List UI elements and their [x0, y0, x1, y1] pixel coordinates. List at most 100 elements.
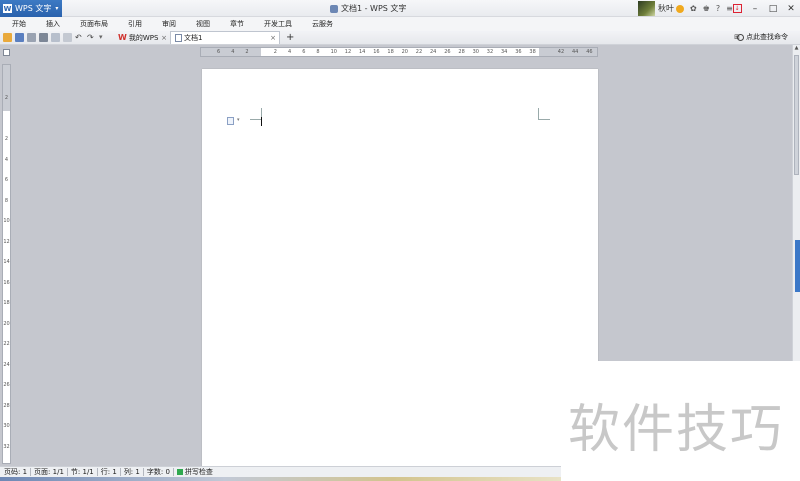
chevron-down-icon: ▾ [55, 5, 59, 12]
restore-tray-button[interactable]: ↓ [728, 0, 746, 17]
ruler-tick-label: 16 [3, 279, 10, 286]
maximize-button[interactable]: □ [764, 0, 782, 17]
document-icon [330, 4, 338, 13]
user-area[interactable]: 秋叶 ✿ ♚ ? ≡ [638, 1, 733, 16]
status-page[interactable]: 页码: 1 [4, 467, 27, 477]
ruler-tick-label: 34 [501, 49, 508, 55]
margin-corner-mark [538, 108, 550, 120]
redo-icon[interactable]: ↷ [87, 33, 96, 42]
status-separator [119, 468, 121, 476]
undo-icon[interactable]: ↶ [75, 33, 84, 42]
close-tab-icon[interactable]: × [161, 34, 167, 42]
avatar[interactable] [638, 1, 655, 16]
ruler-tick-label: 20 [401, 49, 408, 55]
ruler-tick-label: 6 [302, 49, 306, 55]
side-panel-handle[interactable] [795, 240, 800, 292]
ruler-tick-label: 20 [3, 320, 10, 327]
ruler-tick-label: 24 [3, 361, 10, 368]
tab-document1-label: 文档1 [184, 34, 203, 42]
print-preview-icon[interactable] [51, 33, 60, 42]
status-separator [172, 468, 174, 476]
status-wordcount[interactable]: 字数: 0 [147, 467, 170, 477]
new-tab-button[interactable]: + [286, 32, 294, 43]
tab-references[interactable]: 引用 [128, 19, 142, 29]
help-icon[interactable]: ? [716, 4, 720, 13]
ruler-tick-label: 26 [3, 382, 10, 388]
title-bar: W WPS 文字 ▾ 文档1 - WPS 文字 秋叶 ✿ ♚ ? ≡ ↓ – □… [0, 0, 800, 17]
user-name[interactable]: 秋叶 [658, 3, 674, 14]
open-folder-icon[interactable] [3, 33, 12, 42]
ruler-tick-label: 10 [3, 218, 10, 224]
ruler-tick-label: 18 [387, 49, 394, 55]
ruler-tick-label: 4 [288, 49, 292, 55]
ruler-tick-label: 44 [572, 49, 579, 55]
command-search[interactable]: 点此查找命令 [737, 32, 788, 42]
status-separator [30, 468, 32, 476]
ruler-tick-label: 22 [3, 341, 10, 347]
wps-logo-icon: W [3, 4, 12, 13]
ruler-tick-label: 2 [4, 95, 9, 101]
app-menu-label: WPS 文字 [15, 4, 52, 13]
ruler-tick-label: 28 [3, 402, 10, 409]
customize-arrow-icon[interactable]: ▾ [99, 33, 108, 42]
tab-home[interactable]: 开始 [12, 19, 26, 29]
app-menu-button[interactable]: W WPS 文字 ▾ [0, 0, 62, 17]
ruler-tick-label: 30 [3, 423, 10, 429]
ruler-tick-label: 36 [515, 49, 522, 55]
pdf-icon[interactable] [63, 33, 72, 42]
ruler-tick-label: 14 [359, 49, 366, 55]
save-icon[interactable] [15, 33, 24, 42]
close-tab-icon[interactable]: × [270, 34, 276, 42]
window-title: 文档1 - WPS 文字 [330, 3, 406, 14]
document-icon [175, 34, 182, 42]
paragraph-layout-icon[interactable] [227, 117, 234, 125]
vertical-ruler[interactable]: 2 2 4 6 8 10 12 14 16 18 20 22 24 26 28 30 32 [2, 64, 11, 464]
chevron-down-icon[interactable]: ▾ [237, 117, 240, 123]
wps-w-icon: W [118, 33, 127, 42]
ruler-tick-label: 12 [3, 238, 10, 245]
tab-my-wps[interactable]: W 我的WPS × [114, 31, 170, 44]
status-section[interactable]: 节: 1/1 [71, 467, 94, 477]
save-as-icon[interactable] [27, 33, 36, 42]
document-page[interactable]: ▾ [202, 69, 598, 481]
print-icon[interactable] [39, 33, 48, 42]
status-bar: 页码: 1 页面: 1/1 节: 1/1 行: 1 列: 1 字数: 0 拼写检… [0, 466, 561, 477]
ruler-tick-label: 8 [4, 197, 9, 204]
tab-insert[interactable]: 插入 [46, 19, 60, 29]
tab-view[interactable]: 视图 [196, 19, 210, 29]
watermark-text: 软件技巧 [568, 400, 785, 460]
ruler-tick-label: 18 [3, 300, 10, 306]
minimize-button[interactable]: – [746, 0, 764, 17]
status-pages[interactable]: 页面: 1/1 [34, 467, 64, 477]
status-separator [66, 468, 68, 476]
vertical-scrollbar[interactable]: ▲ [792, 45, 800, 361]
tab-section[interactable]: 章节 [230, 19, 244, 29]
status-separator [96, 468, 98, 476]
status-row[interactable]: 行: 1 [101, 467, 117, 477]
ruler-tick-label: 10 [330, 49, 337, 55]
tab-stop-selector[interactable] [3, 49, 10, 56]
window-title-text: 文档1 - WPS 文字 [341, 4, 407, 13]
tab-page-layout[interactable]: 页面布局 [80, 19, 108, 29]
tab-developer[interactable]: 开发工具 [264, 19, 292, 29]
horizontal-ruler[interactable]: 6 4 2 2 4 6 8 10 12 14 16 18 20 22 24 26 28 30 32 34 36 38 42 4… [200, 47, 598, 57]
search-icon [737, 33, 744, 41]
coin-icon [676, 4, 684, 13]
skin-icon[interactable]: ✿ [690, 4, 697, 13]
tab-document1[interactable]: 文档1 × [170, 31, 280, 44]
ruler-tick-label: 28 [458, 49, 465, 55]
tab-cloud[interactable]: 云服务 [312, 19, 333, 29]
status-spellcheck[interactable]: 拼写检查 [185, 467, 213, 477]
ruler-tick-label: 6 [217, 49, 221, 55]
shirt-icon[interactable]: ♚ [703, 4, 710, 13]
wps-writer-window: W WPS 文字 ▾ 文档1 - WPS 文字 秋叶 ✿ ♚ ? ≡ ↓ – □… [0, 0, 800, 481]
status-col[interactable]: 列: 1 [124, 467, 140, 477]
scroll-up-icon[interactable]: ▲ [793, 45, 800, 52]
close-button[interactable]: ✕ [782, 0, 800, 17]
ruler-tick-label: 22 [415, 49, 423, 55]
tab-review[interactable]: 审阅 [162, 19, 176, 29]
window-controls: ↓ – □ ✕ [728, 0, 800, 17]
scroll-thumb[interactable] [794, 55, 799, 175]
ruler-tick-label: 4 [4, 156, 9, 163]
status-separator [142, 468, 144, 476]
